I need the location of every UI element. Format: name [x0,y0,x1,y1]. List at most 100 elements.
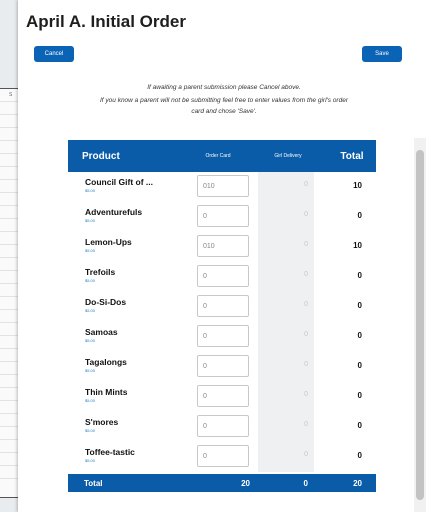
row-total: 0 [357,301,362,310]
modal-title: April A. Initial Order [26,12,186,31]
product-name: Thin Mints [85,387,128,397]
footer-order-total: 20 [241,479,250,488]
background-divider [0,244,18,245]
product-name: Council Gift of ... [85,177,153,187]
girl-delivery-value: 0 [304,361,308,368]
product-name: Do-Si-Dos [85,297,127,307]
table-row: Samoas $5.00 0 0 [68,322,376,352]
product-name: Toffee-tastic [85,447,135,457]
background-divider [0,218,18,219]
table-row: Council Gift of ... $5.00 0 10 [68,172,376,202]
background-divider [0,322,18,323]
background-divider [0,114,18,115]
background-divider [0,348,18,349]
product-name: Tagalongs [85,357,127,367]
order-card-input[interactable] [197,205,249,227]
product-price: $5.00 [85,248,96,253]
background-divider [0,439,18,440]
initial-order-modal: April A. Initial Order Cancel Save If aw… [18,0,430,512]
background-divider [0,140,18,141]
product-price: $5.00 [85,218,96,223]
background-divider [0,192,18,193]
order-card-input[interactable] [197,385,249,407]
girl-delivery-value: 0 [304,391,308,398]
background-divider [0,270,18,271]
product-name: Samoas [85,327,118,337]
row-total: 0 [357,391,362,400]
product-price: $5.00 [85,308,96,313]
table-row: Lemon-Ups $5.00 0 10 [68,232,376,262]
background-divider [0,361,18,362]
row-total: 0 [357,211,362,220]
background-label: S [9,92,13,98]
table-row: S'mores $5.00 0 0 [68,412,376,442]
product-price: $5.00 [85,368,96,373]
table-header: Product Order Card Girl Delivery Total [68,140,376,172]
girl-delivery-value: 0 [304,451,308,458]
row-total: 0 [357,421,362,430]
table-footer: Total 20 0 20 [68,474,376,492]
footer-label: Total [84,479,103,488]
table-row: Trefoils $5.00 0 0 [68,262,376,292]
order-card-input[interactable] [197,355,249,377]
order-card-input[interactable] [197,295,249,317]
order-card-input[interactable] [197,175,249,197]
background-page [0,88,18,498]
girl-delivery-value: 0 [304,181,308,188]
girl-delivery-value: 0 [304,331,308,338]
girl-delivery-value: 0 [304,211,308,218]
product-price: $5.00 [85,338,96,343]
background-divider [0,166,18,167]
table-row: Thin Mints $5.00 0 0 [68,382,376,412]
background-divider [0,374,18,375]
order-card-input[interactable] [197,445,249,467]
table-row: Adventurefuls $5.00 0 0 [68,202,376,232]
row-total: 0 [357,271,362,280]
background-divider [0,205,18,206]
background-divider [0,296,18,297]
header-total: Total [340,150,364,162]
background-divider [0,309,18,310]
background-divider [0,413,18,414]
row-total: 10 [353,181,362,190]
background-divider [0,283,18,284]
product-price: $5.00 [85,188,96,193]
table-row: Tagalongs $5.00 0 0 [68,352,376,382]
background-divider [0,478,18,479]
background-divider [0,257,18,258]
product-name: Adventurefuls [85,207,143,217]
background-divider [0,400,18,401]
product-price: $5.00 [85,458,96,463]
order-card-input[interactable] [197,235,249,257]
table-row: Toffee-tastic $5.00 0 0 [68,442,376,472]
modal-scrollbar[interactable] [414,138,426,512]
footer-girl-total: 0 [303,479,308,488]
product-price: $5.00 [85,278,96,283]
girl-delivery-value: 0 [304,271,308,278]
background-divider [0,465,18,466]
row-total: 10 [353,241,362,250]
background-divider [0,452,18,453]
background-divider [0,387,18,388]
background-divider [0,179,18,180]
scrollbar-thumb[interactable] [416,150,424,500]
girl-delivery-value: 0 [304,301,308,308]
save-button[interactable]: Save [362,46,402,62]
background-divider [0,426,18,427]
row-total: 0 [357,361,362,370]
header-product: Product [82,150,120,162]
order-card-input[interactable] [197,325,249,347]
cancel-button[interactable]: Cancel [34,46,74,62]
row-total: 0 [357,331,362,340]
order-card-input[interactable] [197,415,249,437]
table-row: Do-Si-Dos $5.00 0 0 [68,292,376,322]
instruction-line-3: card and chose 'Save'. [191,108,257,115]
girl-delivery-value: 0 [304,421,308,428]
product-name: Lemon-Ups [85,237,132,247]
header-girl-delivery: Girl Delivery [274,153,302,159]
order-card-input[interactable] [197,265,249,287]
header-order-card: Order Card [205,153,231,159]
product-name: Trefoils [85,267,116,277]
background-divider [0,101,18,102]
order-table: Product Order Card Girl Delivery Total C… [68,140,376,492]
